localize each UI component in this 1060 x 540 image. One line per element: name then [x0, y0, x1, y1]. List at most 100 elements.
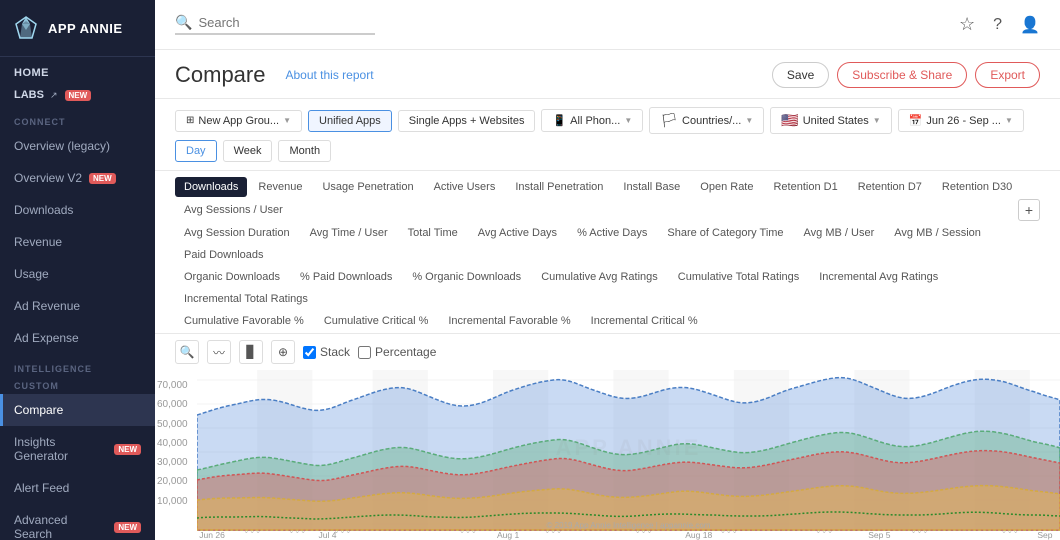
metric-retention-d1[interactable]: Retention D1 [764, 177, 846, 197]
app-group-filter[interactable]: ⊞ New App Grou... ▼ [175, 110, 302, 132]
metrics-tabs-row3: Organic Downloads % Paid Downloads % Org… [175, 267, 1040, 309]
countries-filter[interactable]: 🏳 Countries/... ▼ [649, 107, 764, 134]
bar-chart-button[interactable]: ▊ [239, 340, 263, 364]
user-icon[interactable]: 👤 [1020, 15, 1040, 35]
metric-pct-organic-downloads[interactable]: % Organic Downloads [403, 267, 530, 287]
metric-avg-mb-session[interactable]: Avg MB / Session [885, 223, 990, 243]
metric-avg-mb-user[interactable]: Avg MB / User [795, 223, 884, 243]
sidebar-item-ad-expense[interactable]: Ad Expense [0, 322, 155, 354]
app-name: APP ANNIE [48, 21, 123, 36]
topbar: 🔍 ☆ ? 👤 [155, 0, 1060, 50]
svg-text:⌄⌄⌄: ⌄⌄⌄ [289, 528, 307, 535]
metric-incremental-critical[interactable]: Incremental Critical % [582, 311, 707, 331]
subscribe-share-button[interactable]: Subscribe & Share [837, 62, 967, 88]
sidebar-item-advanced-search[interactable]: Advanced Search NEW [0, 504, 155, 540]
metric-install-base[interactable]: Install Base [614, 177, 689, 197]
zoom-in-button[interactable]: 🔍 [175, 340, 199, 364]
svg-text:APP ANNIE: APP ANNIE [556, 435, 702, 460]
app-type-filter[interactable]: Unified Apps [308, 110, 392, 132]
percentage-checkbox[interactable] [358, 346, 371, 359]
sidebar-item-downloads[interactable]: Downloads [0, 194, 155, 226]
metrics-tabs-row2: Avg Session Duration Avg Time / User Tot… [175, 223, 1040, 265]
export-button[interactable]: Export [975, 62, 1040, 88]
y-axis-labels: 70,000 60,000 50,000 40,000 30,000 20,00… [157, 370, 192, 540]
metric-install-penetration[interactable]: Install Penetration [506, 177, 612, 197]
sidebar-item-overview-legacy[interactable]: Overview (legacy) [0, 130, 155, 162]
sidebar-item-home[interactable]: HOME [0, 57, 155, 83]
help-icon[interactable]: ? [993, 16, 1002, 34]
metric-avg-sessions[interactable]: Avg Sessions / User [175, 200, 292, 220]
svg-text:Sep: Sep [1037, 530, 1052, 540]
sidebar: APP ANNIE HOME LABS ↗ NEW CONNECT Overvi… [0, 0, 155, 540]
star-icon[interactable]: ☆ [959, 14, 975, 35]
y-label-60k: 60,000 [157, 399, 192, 410]
svg-text:Jun 26: Jun 26 [199, 530, 225, 540]
sidebar-item-ad-revenue[interactable]: Ad Revenue [0, 290, 155, 322]
about-report-link[interactable]: About this report [285, 68, 373, 82]
y-label-40k: 40,000 [157, 438, 192, 449]
device-filter[interactable]: Single Apps + Websites [398, 110, 536, 132]
sidebar-item-overview-v2[interactable]: Overview V2 NEW [0, 162, 155, 194]
metric-share-category-time[interactable]: Share of Category Time [658, 223, 792, 243]
svg-text:⌄⌄⌄: ⌄⌄⌄ [911, 528, 929, 535]
svg-text:⌄⌄⌄: ⌄⌄⌄ [720, 528, 738, 535]
sidebar-item-insights-generator[interactable]: Insights Generator NEW [0, 426, 155, 472]
svg-text:⌄⌄⌄: ⌄⌄⌄ [544, 528, 562, 535]
chart-controls: 🔍 〰 ▊ ⊕ Stack Percentage [155, 334, 1060, 370]
country-filter[interactable]: 🇺🇸 United States ▼ [770, 107, 891, 134]
save-button[interactable]: Save [772, 62, 829, 88]
sidebar-item-labs[interactable]: LABS ↗ NEW [0, 83, 155, 107]
sidebar-item-alert-feed[interactable]: Alert Feed [0, 472, 155, 504]
metric-pct-paid-downloads[interactable]: % Paid Downloads [291, 267, 401, 287]
logo-icon [12, 14, 40, 42]
external-icon: ↗ [50, 90, 58, 101]
metric-pct-active-days[interactable]: % Active Days [568, 223, 656, 243]
y-label-30k: 30,000 [157, 457, 192, 468]
metric-paid-downloads[interactable]: Paid Downloads [175, 245, 273, 265]
metric-cumulative-total-ratings[interactable]: Cumulative Total Ratings [669, 267, 808, 287]
svg-text:⌄⌄⌄: ⌄⌄⌄ [1001, 528, 1019, 535]
week-btn[interactable]: Week [223, 140, 273, 162]
metric-incremental-total-ratings[interactable]: Incremental Total Ratings [175, 289, 317, 309]
metric-avg-session-duration[interactable]: Avg Session Duration [175, 223, 299, 243]
metric-downloads[interactable]: Downloads [175, 177, 247, 197]
stack-checkbox[interactable] [303, 346, 316, 359]
page-title: Compare [175, 62, 265, 88]
metric-cumulative-avg-ratings[interactable]: Cumulative Avg Ratings [532, 267, 667, 287]
add-metric-button[interactable]: + [1018, 199, 1040, 221]
caret-down-icon3: ▼ [745, 116, 753, 125]
sidebar-item-revenue[interactable]: Revenue [0, 226, 155, 258]
metric-active-users[interactable]: Active Users [425, 177, 505, 197]
metric-retention-d7[interactable]: Retention D7 [849, 177, 931, 197]
sidebar-logo[interactable]: APP ANNIE [0, 0, 155, 57]
day-btn[interactable]: Day [175, 140, 217, 162]
line-chart-button[interactable]: 〰 [207, 340, 231, 364]
percentage-checkbox-label[interactable]: Percentage [358, 345, 436, 359]
svg-text:⌄⌄⌄: ⌄⌄⌄ [334, 528, 352, 535]
metric-avg-time-user[interactable]: Avg Time / User [301, 223, 397, 243]
metric-retention-d30[interactable]: Retention D30 [933, 177, 1021, 197]
y-label-50k: 50,000 [157, 419, 192, 430]
overview-v2-badge: NEW [89, 173, 116, 184]
stack-checkbox-label[interactable]: Stack [303, 345, 350, 359]
sidebar-item-compare[interactable]: Compare [0, 394, 155, 426]
metric-incremental-avg-ratings[interactable]: Incremental Avg Ratings [810, 267, 947, 287]
metric-cumulative-critical[interactable]: Cumulative Critical % [315, 311, 438, 331]
metric-organic-downloads[interactable]: Organic Downloads [175, 267, 289, 287]
area-chart-button[interactable]: ⊕ [271, 340, 295, 364]
sidebar-item-usage[interactable]: Usage [0, 258, 155, 290]
svg-text:⌄⌄⌄: ⌄⌄⌄ [815, 528, 833, 535]
metric-cumulative-favorable[interactable]: Cumulative Favorable % [175, 311, 313, 331]
calendar-icon: 📅 [909, 114, 923, 127]
metric-revenue[interactable]: Revenue [249, 177, 311, 197]
metric-open-rate[interactable]: Open Rate [691, 177, 762, 197]
topbar-icons: ☆ ? 👤 [959, 14, 1040, 35]
metric-avg-active-days[interactable]: Avg Active Days [469, 223, 566, 243]
metric-usage-penetration[interactable]: Usage Penetration [313, 177, 422, 197]
metric-total-time[interactable]: Total Time [399, 223, 467, 243]
date-range-filter[interactable]: 📅 Jun 26 - Sep ... ▼ [898, 109, 1024, 132]
month-btn[interactable]: Month [278, 140, 331, 162]
phone-filter[interactable]: 📱 All Phon... ▼ [541, 109, 643, 132]
search-input[interactable] [198, 15, 358, 30]
metric-incremental-favorable[interactable]: Incremental Favorable % [439, 311, 579, 331]
